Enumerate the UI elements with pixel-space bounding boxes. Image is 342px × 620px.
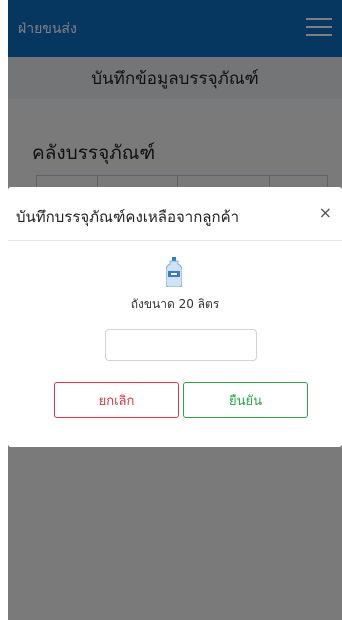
quantity-input[interactable] bbox=[105, 329, 257, 361]
confirm-button[interactable]: ยืนยัน bbox=[183, 382, 308, 418]
close-button[interactable]: × bbox=[319, 203, 332, 222]
modal-header: บันทึกบรรจุภัณฑ์คงเหลือจากลูกค้า × bbox=[8, 187, 342, 241]
leftover-packaging-modal: บันทึกบรรจุภัณฑ์คงเหลือจากลูกค้า × ถังขน… bbox=[8, 187, 342, 447]
cancel-button[interactable]: ยกเลิก bbox=[54, 382, 179, 418]
modal-title: บันทึกบรรจุภัณฑ์คงเหลือจากลูกค้า bbox=[16, 208, 240, 226]
product-label: ถังขนาด 20 ลิตร bbox=[130, 297, 220, 311]
water-bottle-icon bbox=[166, 257, 182, 287]
